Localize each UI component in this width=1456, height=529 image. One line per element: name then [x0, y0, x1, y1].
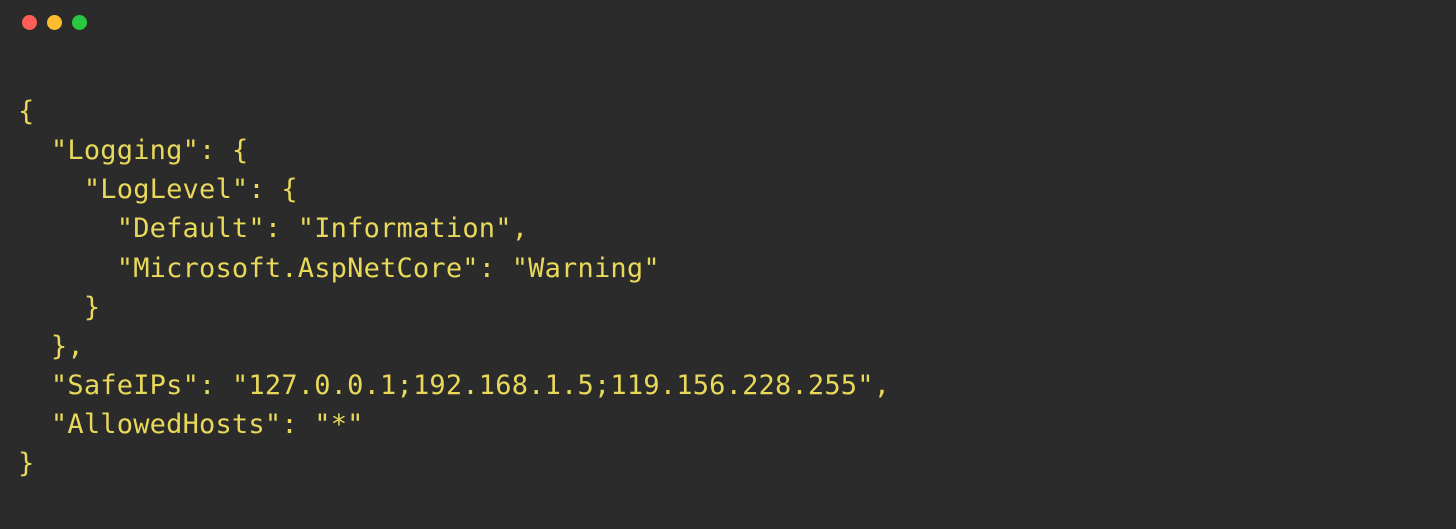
token-punct: {: [232, 135, 248, 166]
indent: [18, 135, 51, 166]
close-icon[interactable]: [22, 15, 37, 30]
token-string: "127.0.0.1;192.168.1.5;119.156.228.255": [232, 370, 874, 401]
editor-window: { "Logging": { "LogLevel": { "Default": …: [0, 0, 1456, 529]
code-line: "Microsoft.AspNetCore": "Warning": [18, 249, 1438, 288]
code-line: }: [18, 444, 1438, 483]
token-comma: ,: [874, 370, 890, 401]
code-line: "Default": "Information",: [18, 209, 1438, 248]
indent: [18, 253, 117, 284]
token-key: "SafeIPs": [51, 370, 199, 401]
token-string: "*": [314, 409, 363, 440]
token-colon: :: [199, 370, 232, 401]
token-punct: }: [51, 331, 67, 362]
code-line: "LogLevel": {: [18, 170, 1438, 209]
code-line: "AllowedHosts": "*": [18, 405, 1438, 444]
code-line: },: [18, 327, 1438, 366]
token-string: "Information": [298, 213, 512, 244]
token-key: "Default": [117, 213, 265, 244]
token-punct: {: [281, 174, 297, 205]
token-colon: :: [281, 409, 314, 440]
code-line: "SafeIPs": "127.0.0.1;192.168.1.5;119.15…: [18, 366, 1438, 405]
indent: [18, 174, 84, 205]
indent: [18, 292, 84, 323]
token-key: "LogLevel": [84, 174, 249, 205]
token-key: "Microsoft.AspNetCore": [117, 253, 479, 284]
indent: [18, 409, 51, 440]
minimize-icon[interactable]: [47, 15, 62, 30]
token-comma: ,: [512, 213, 528, 244]
code-line: {: [18, 92, 1438, 131]
indent: [18, 370, 51, 401]
token-comma: ,: [67, 331, 83, 362]
token-punct: }: [84, 292, 100, 323]
token-key: "AllowedHosts": [51, 409, 281, 440]
code-line: }: [18, 288, 1438, 327]
token-colon: :: [199, 135, 232, 166]
token-colon: :: [265, 213, 298, 244]
token-key: "Logging": [51, 135, 199, 166]
token-punct: {: [18, 96, 34, 127]
token-colon: :: [479, 253, 512, 284]
titlebar: [0, 0, 1456, 44]
maximize-icon[interactable]: [72, 15, 87, 30]
indent: [18, 331, 51, 362]
code-line: "Logging": {: [18, 131, 1438, 170]
token-colon: :: [248, 174, 281, 205]
indent: [18, 213, 117, 244]
token-punct: }: [18, 448, 34, 479]
code-content: { "Logging": { "LogLevel": { "Default": …: [0, 44, 1456, 503]
token-string: "Warning": [512, 253, 660, 284]
